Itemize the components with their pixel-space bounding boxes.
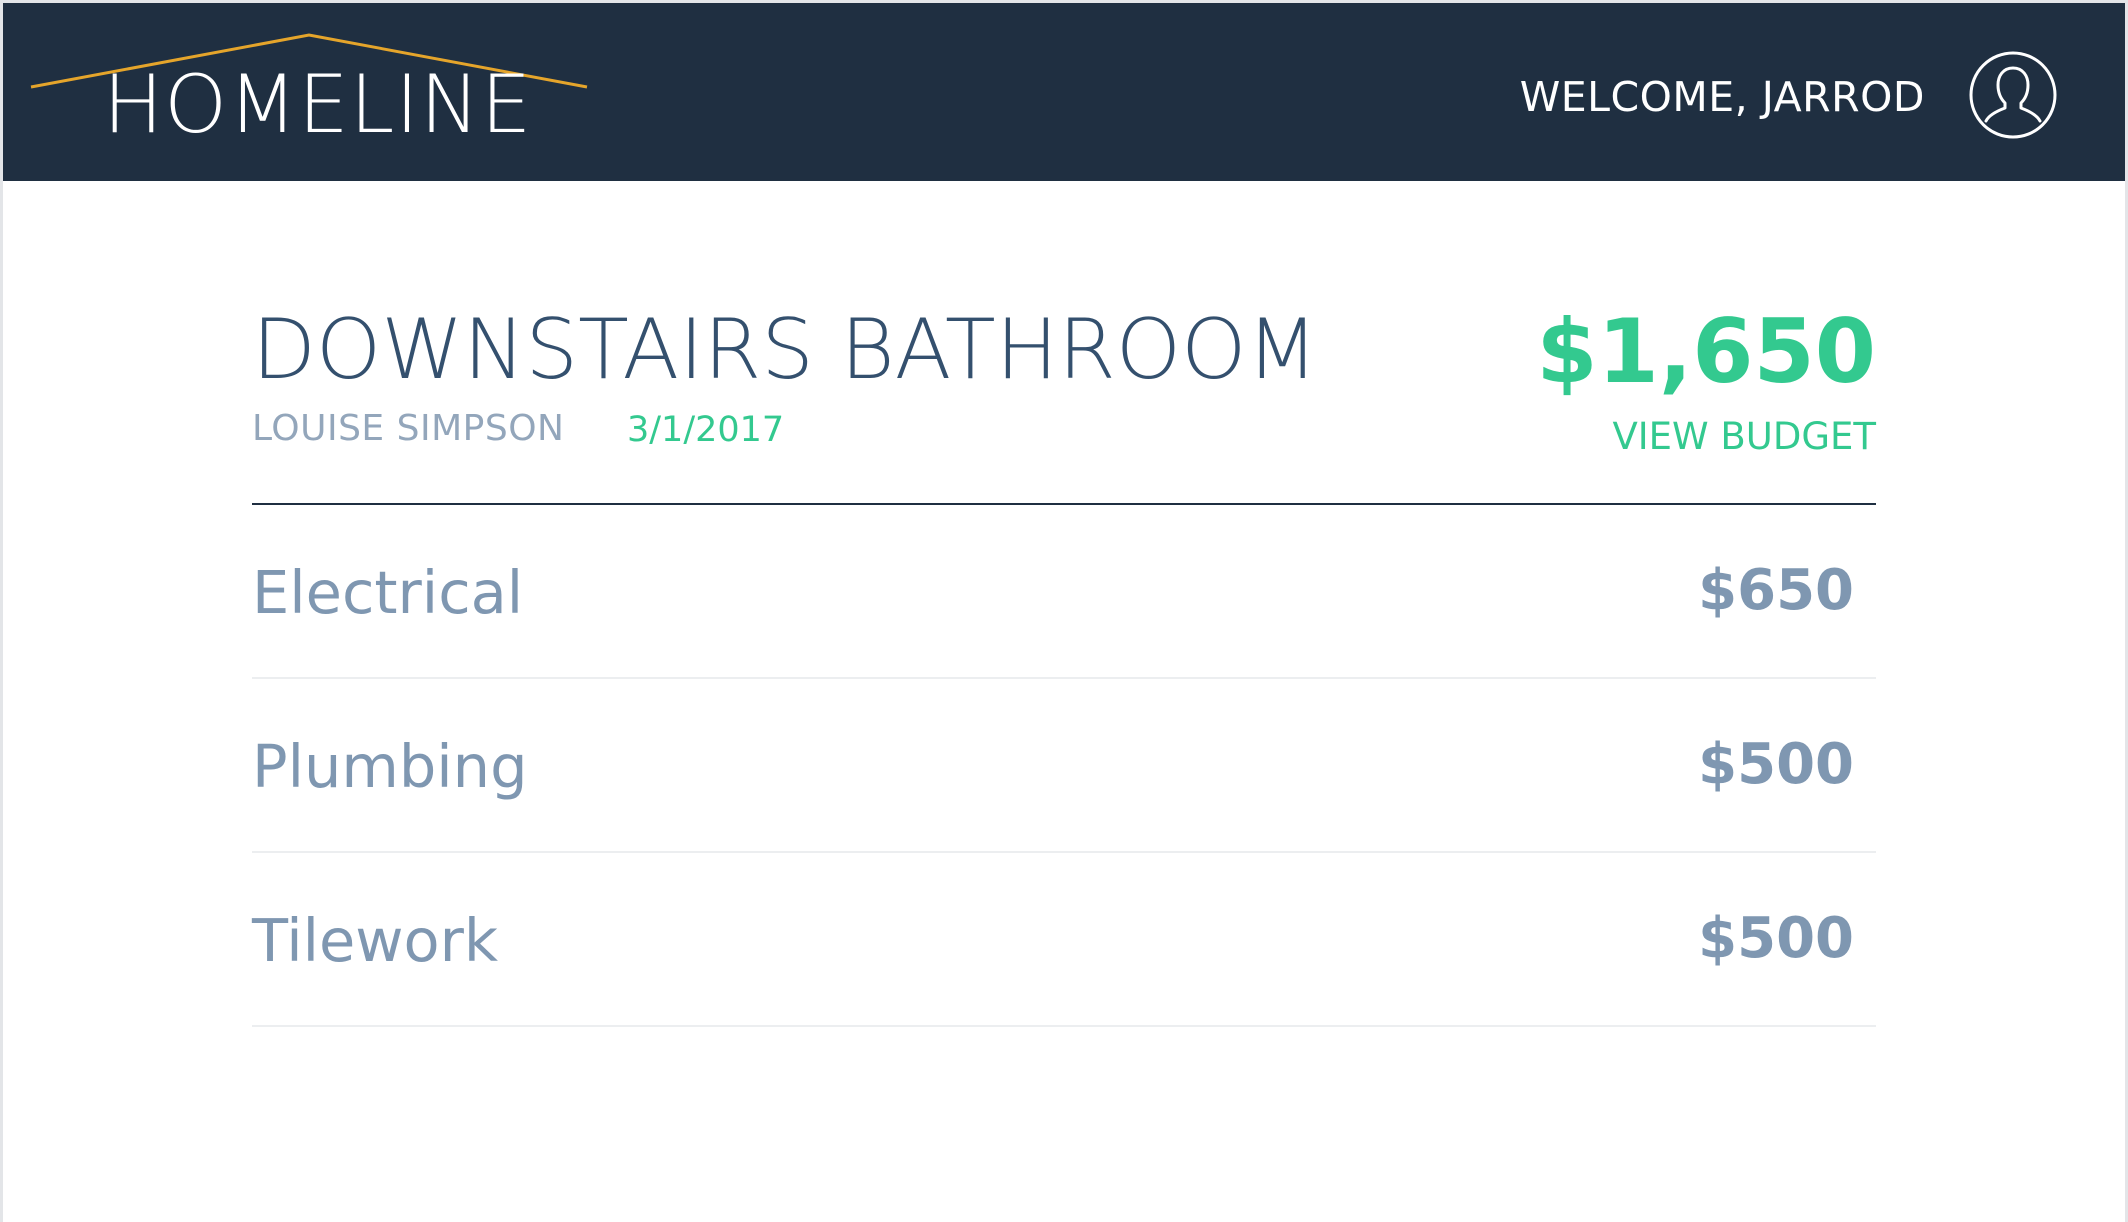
view-budget-link[interactable]: VIEW BUDGET	[1612, 418, 1876, 455]
project-title: DOWNSTAIRS BATHROOM	[252, 301, 1319, 398]
top-navigation-bar: HOMELINE WELCOME, JARROD	[3, 3, 2125, 181]
list-item[interactable]: Plumbing $500	[252, 679, 1876, 853]
line-item-amount: $500	[1698, 732, 1854, 797]
list-item[interactable]: Electrical $650	[252, 505, 1876, 679]
line-item-name: Plumbing	[252, 732, 528, 801]
user-avatar-button[interactable]	[1968, 50, 2058, 140]
line-item-name: Electrical	[252, 558, 524, 627]
welcome-message: WELCOME, JARROD	[1519, 73, 1925, 121]
user-avatar-icon	[1969, 51, 2057, 139]
budget-total: $1,650	[1536, 300, 1876, 403]
project-owner: LOUISE SIMPSON	[252, 408, 565, 449]
budget-line-items: Electrical $650 Plumbing $500 Tilework $…	[252, 505, 1876, 1027]
line-item-amount: $650	[1698, 558, 1854, 623]
list-item[interactable]: Tilework $500	[252, 853, 1876, 1027]
project-date: 3/1/2017	[627, 410, 785, 450]
line-item-name: Tilework	[252, 906, 499, 975]
line-item-amount: $500	[1698, 906, 1854, 971]
logo-text: HOMELINE	[103, 58, 533, 151]
homeline-logo[interactable]: HOMELINE	[3, 3, 623, 181]
